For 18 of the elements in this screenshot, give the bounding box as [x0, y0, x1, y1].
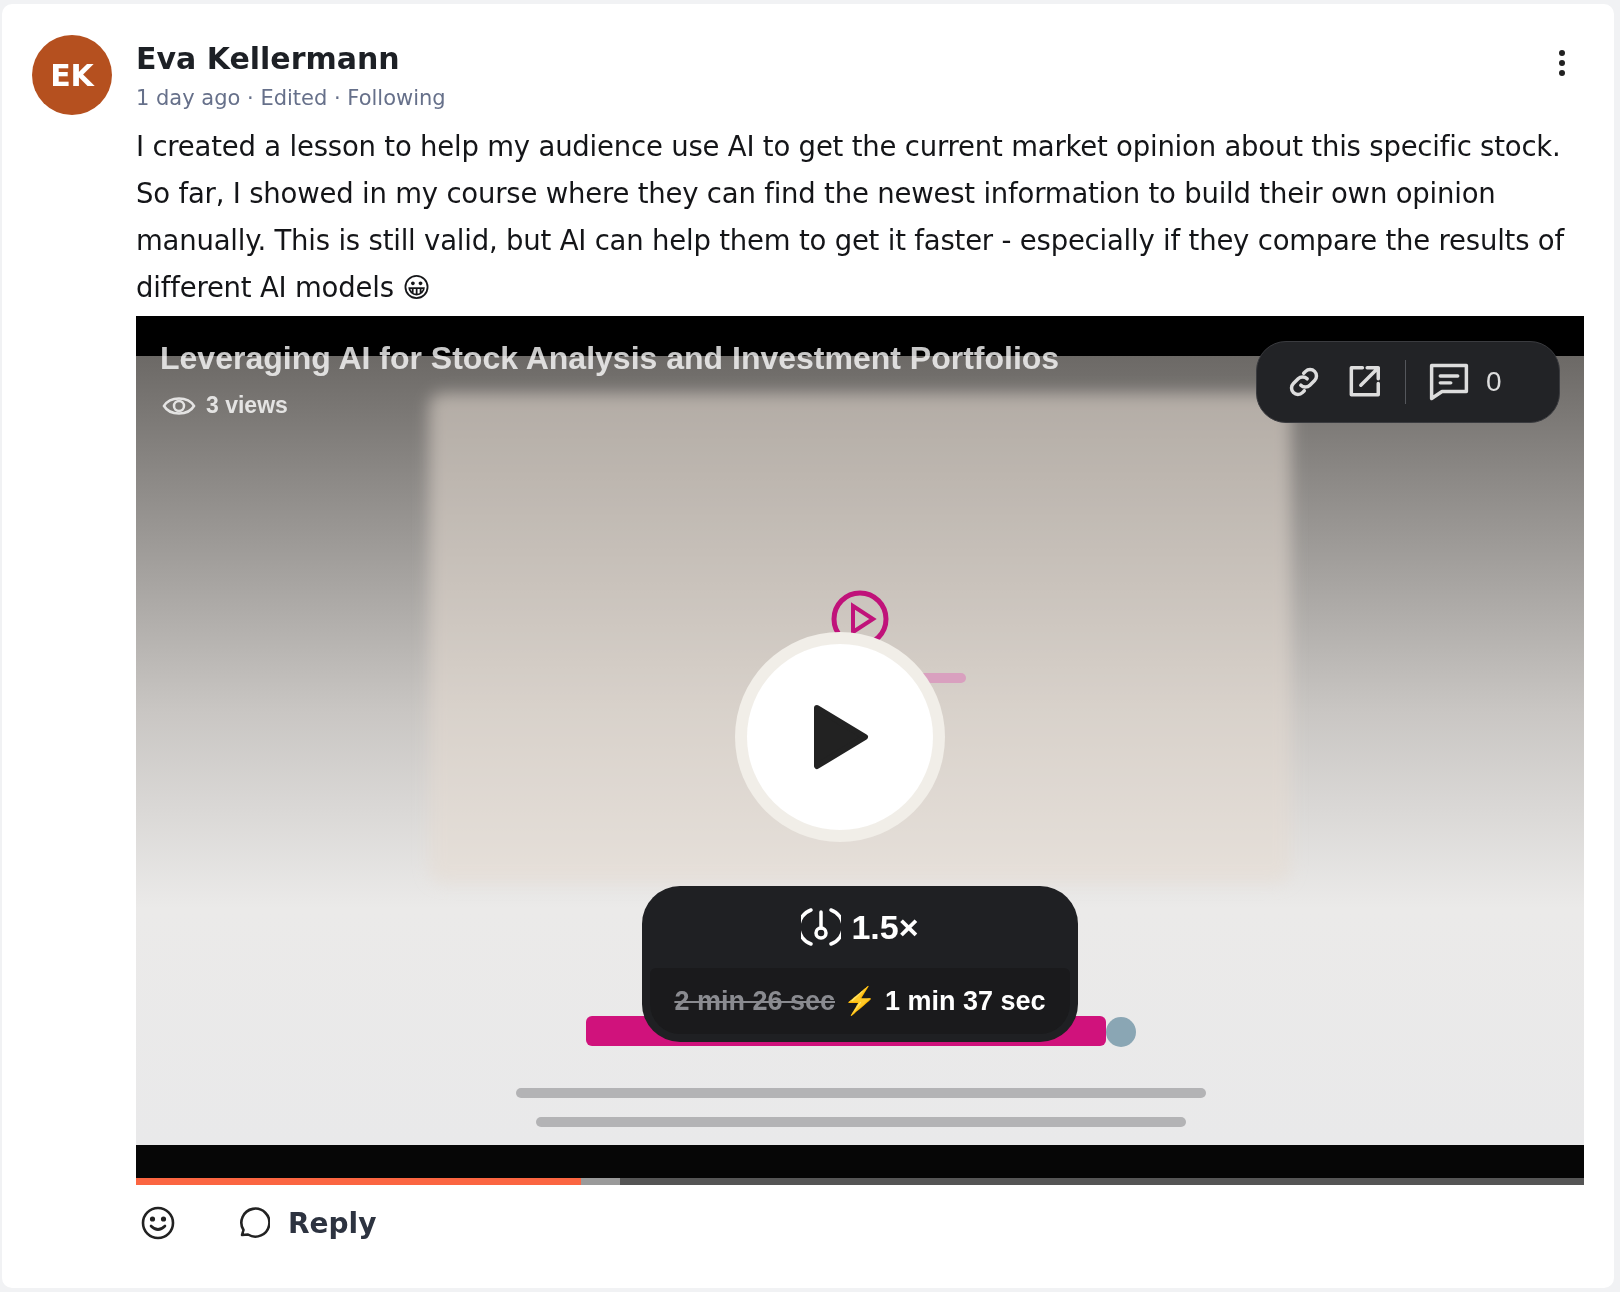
- lightning-icon: ⚡: [843, 985, 877, 1017]
- view-count: 3 views: [206, 392, 288, 419]
- post-meta: 1 day ago · Edited · Following: [136, 85, 446, 112]
- playback-speed: 1.5×: [851, 907, 919, 947]
- comment-icon: [1428, 362, 1470, 402]
- more-icon: [1558, 49, 1566, 77]
- speed-icon: [801, 906, 842, 948]
- author-name[interactable]: Eva Kellermann: [136, 39, 446, 79]
- post-text: I created a lesson to help my audience use AI to get the current market opinion about this specific stock. So far, I showed in my course where they can find the newest information to build their own opinion manually. This is still valid, but AI can help them to get it faster - especially if they compare the results of different AI models 😀: [136, 129, 1566, 305]
- fast-duration: 1 min 37 sec: [885, 985, 1046, 1017]
- reply-button[interactable]: Reply: [234, 1205, 377, 1241]
- avatar[interactable]: EK: [32, 35, 112, 115]
- play-icon: [811, 704, 869, 770]
- comments-button[interactable]: 0: [1428, 362, 1502, 402]
- original-duration: 2 min 26 sec: [674, 985, 835, 1017]
- smiley-icon: [140, 1205, 176, 1241]
- progress-bar[interactable]: [136, 1178, 1584, 1185]
- react-button[interactable]: [140, 1205, 176, 1241]
